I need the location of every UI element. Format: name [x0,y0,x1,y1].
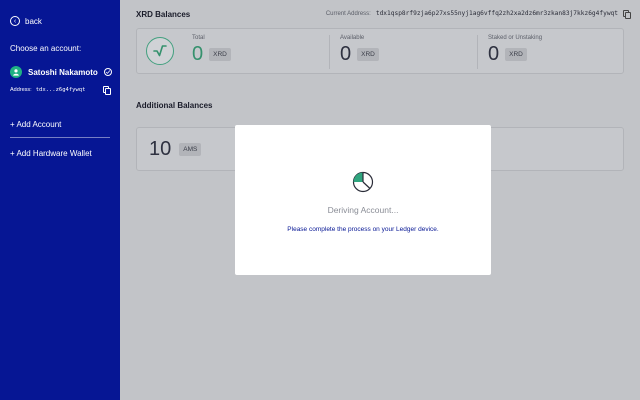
balance-staked: Staked or Unstaking 0 XRD [477,35,542,69]
balance-value: 0 [340,43,352,65]
balance-value: 0 [488,43,500,65]
token-badge: XRD [357,47,379,61]
add-hardware-wallet-button[interactable]: + Add Hardware Wallet [10,149,92,158]
xrd-balances-title: XRD Balances [136,10,191,19]
current-address-value: tdx1qsp8rf9zja6p27xs55nyj1ag6vffq2zh2xa2… [375,10,618,17]
additional-balance-value: 10 [149,138,172,160]
copy-icon[interactable] [623,10,631,19]
token-badge: XRD [505,47,527,61]
balance-label: Staked or Unstaking [488,35,543,41]
balance-label: Total [192,35,205,41]
address-short: tdx...z6g4fywqt [35,86,86,93]
copy-icon[interactable] [103,86,111,95]
address-label: Address: [10,86,32,93]
token-badge: XRD [209,47,231,61]
additional-balances-title: Additional Balances [136,101,213,110]
balance-label: Available [340,35,365,41]
loading-pie-icon [352,171,374,193]
token-badge: AMS [179,142,202,156]
account-name: Satoshi Nakamoto [28,67,98,77]
modal-instruction-text: Please complete the process on your Ledg… [287,226,439,233]
user-icon [10,66,22,78]
xrd-balances-card: Total 0 XRD Available 0 XRD Staked or Un… [136,28,624,74]
sidebar: ‹ back Choose an account: Satoshi Nakamo… [0,0,120,400]
current-address: Current Address: tdx1qsp8rf9zja6p27xs55n… [325,10,631,19]
choose-account-label: Choose an account: [10,44,82,53]
add-account-button[interactable]: + Add Account [10,120,61,129]
check-circle-icon [104,68,112,76]
back-arrow-icon: ‹ [10,16,20,26]
deriving-account-modal: Deriving Account... Please complete the … [235,125,491,275]
back-button[interactable]: ‹ back [10,16,42,26]
sidebar-address: Address: tdx...z6g4fywqt [10,86,111,95]
sidebar-divider [10,137,110,138]
account-item[interactable]: Satoshi Nakamoto [10,66,112,78]
radix-logo-icon [146,37,174,65]
back-label: back [25,16,42,26]
balance-total: Total 0 XRD [192,35,231,69]
balance-value: 0 [192,43,204,65]
modal-status-text: Deriving Account... [327,205,399,215]
balance-available: Available 0 XRD [329,35,379,69]
current-address-label: Current Address: [325,10,371,17]
